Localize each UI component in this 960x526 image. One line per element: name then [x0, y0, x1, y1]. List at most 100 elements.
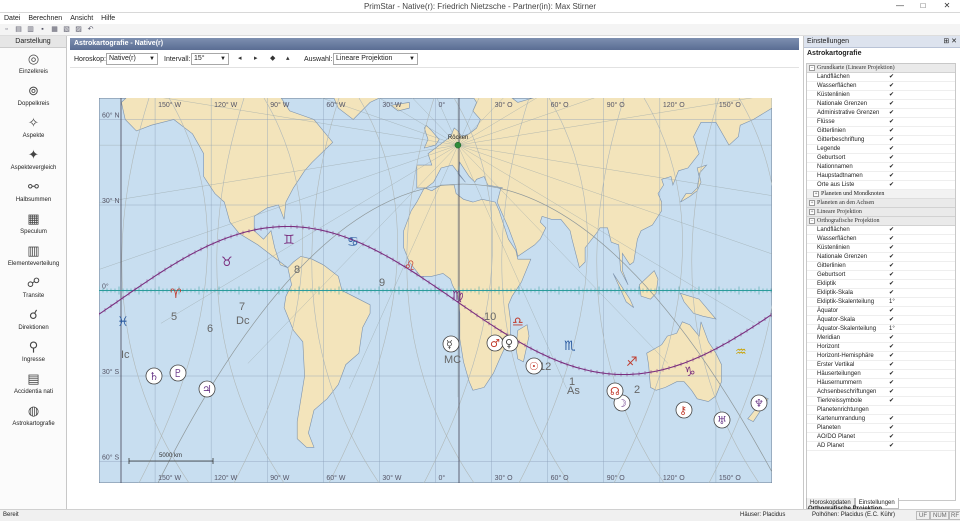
settings-row[interactable]: Erster Vertikal ✔: [807, 361, 955, 370]
settings-row-value[interactable]: ✔: [889, 397, 894, 406]
settings-row[interactable]: Horizont-Hemisphäre ✔: [807, 352, 955, 361]
settings-row-value[interactable]: ✔: [889, 415, 894, 424]
settings-row-value[interactable]: ✔: [889, 307, 894, 316]
settings-row-value[interactable]: ✔: [889, 352, 894, 361]
settings-row-value[interactable]: ✔: [889, 343, 894, 352]
settings-row[interactable]: Küstenlinien ✔: [807, 244, 955, 253]
settings-row[interactable]: Geburtsort ✔: [807, 271, 955, 280]
settings-row[interactable]: Ekliptik-Skala ✔: [807, 289, 955, 298]
settings-row-value[interactable]: ✔: [889, 109, 894, 118]
settings-section[interactable]: + Planeten an den Achsen: [807, 199, 955, 208]
settings-row[interactable]: Planetenrichtungen: [807, 406, 955, 415]
print-icon[interactable]: ▧: [62, 25, 71, 34]
settings-row[interactable]: Küstenlinien ✔: [807, 91, 955, 100]
expand-icon[interactable]: +: [813, 190, 819, 197]
settings-row-value[interactable]: ✔: [889, 172, 894, 181]
minimize-button[interactable]: —: [889, 0, 911, 12]
settings-row[interactable]: Kartenumrandung ✔: [807, 415, 955, 424]
settings-row[interactable]: Planeten ✔: [807, 424, 955, 433]
settings-row[interactable]: Ekliptik-Skalenteilung 1°: [807, 298, 955, 307]
settings-row-value[interactable]: ✔: [889, 424, 894, 433]
settings-row-value[interactable]: ✔: [889, 235, 894, 244]
settings-row-value[interactable]: ✔: [889, 262, 894, 271]
settings-row[interactable]: Gitterlinien ✔: [807, 127, 955, 136]
nav-up-button[interactable]: ▴: [286, 54, 290, 62]
settings-row-value[interactable]: ✔: [889, 433, 894, 442]
close-button[interactable]: ✕: [936, 0, 958, 12]
view-astrokartografie[interactable]: ◍ Astrokartografie: [0, 400, 67, 432]
settings-row[interactable]: AO/DO Planet ✔: [807, 433, 955, 442]
settings-row[interactable]: Nationnamen ✔: [807, 163, 955, 172]
settings-row-value[interactable]: ✔: [889, 118, 894, 127]
settings-row-value[interactable]: ✔: [889, 379, 894, 388]
view-direktionen[interactable]: ☌ Direktionen: [0, 304, 67, 336]
expand-icon[interactable]: +: [809, 208, 815, 215]
view-speculum[interactable]: ▦ Speculum: [0, 208, 67, 240]
expand-icon[interactable]: +: [809, 199, 815, 206]
view-ingresse[interactable]: ⚲ Ingresse: [0, 336, 67, 368]
settings-row-value[interactable]: ✔: [889, 91, 894, 100]
settings-row-value[interactable]: ✔: [889, 253, 894, 262]
settings-row[interactable]: Flüsse ✔: [807, 118, 955, 127]
settings-row-value[interactable]: ✔: [889, 136, 894, 145]
settings-row[interactable]: Gitterlinien ✔: [807, 262, 955, 271]
settings-row-value[interactable]: 1°: [889, 325, 895, 334]
settings-row-value[interactable]: ✔: [889, 442, 894, 451]
view-aspekte[interactable]: ✧ Aspekte: [0, 112, 67, 144]
settings-row[interactable]: Ekliptik ✔: [807, 280, 955, 289]
print-preview-icon[interactable]: ▨: [74, 25, 83, 34]
settings-row[interactable]: Gitterbeschriftung ✔: [807, 136, 955, 145]
settings-row[interactable]: Landflächen ✔: [807, 73, 955, 82]
settings-row-value[interactable]: ✔: [889, 226, 894, 235]
settings-row-value[interactable]: ✔: [889, 181, 894, 190]
world-map[interactable]: 150° W 120° W 90° W 60° W 30° W 0° 30° O 60° O 9…: [99, 98, 772, 483]
open-folder-icon[interactable]: ▥: [26, 25, 35, 34]
settings-row-value[interactable]: ✔: [889, 271, 894, 280]
nav-center-button[interactable]: ◆: [270, 54, 275, 62]
settings-row-value[interactable]: ✔: [889, 334, 894, 343]
settings-row-value[interactable]: ✔: [889, 370, 894, 379]
map-canvas[interactable]: 150° W 120° W 90° W 60° W 30° W 0° 30° O 60° O 9…: [99, 98, 772, 483]
settings-row[interactable]: Achsenbeschriftungen ✔: [807, 388, 955, 397]
save-icon[interactable]: ▪: [38, 25, 47, 34]
settings-tree[interactable]: − Grundkarte (Lineare Projektion) Landfläc…: [806, 63, 956, 501]
maximize-button[interactable]: □: [912, 0, 934, 12]
view-transite[interactable]: ☍ Transite: [0, 272, 67, 304]
view-elementeverteilung[interactable]: ▥ Elementeverteilung: [0, 240, 67, 272]
settings-row-value[interactable]: ✔: [889, 127, 894, 136]
settings-row[interactable]: Geburtsort ✔: [807, 154, 955, 163]
save-all-icon[interactable]: ▦: [50, 25, 59, 34]
settings-row-value[interactable]: ✔: [889, 316, 894, 325]
view-halbsummen[interactable]: ⚯ Halbsummen: [0, 176, 67, 208]
settings-row[interactable]: Orte aus Liste ✔: [807, 181, 955, 190]
settings-row[interactable]: Administrative Grenzen ✔: [807, 109, 955, 118]
settings-row-value[interactable]: ✔: [889, 361, 894, 370]
settings-row-value[interactable]: ✔: [889, 145, 894, 154]
menu-hilfe[interactable]: Hilfe: [97, 13, 119, 24]
nav-next-button[interactable]: ▸: [254, 54, 258, 62]
settings-row[interactable]: Häuserteilungen ✔: [807, 370, 955, 379]
settings-row-value[interactable]: ✔: [889, 244, 894, 253]
settings-row-value[interactable]: ✔: [889, 289, 894, 298]
menu-datei[interactable]: Datei: [0, 13, 24, 24]
settings-row[interactable]: Landflächen ✔: [807, 226, 955, 235]
birthplace-marker[interactable]: [454, 141, 462, 149]
settings-row[interactable]: Äquator ✔: [807, 307, 955, 316]
settings-row-value[interactable]: ✔: [889, 280, 894, 289]
settings-section[interactable]: − Orthografische Projektion: [807, 217, 955, 226]
settings-row[interactable]: Nationale Grenzen ✔: [807, 100, 955, 109]
settings-row[interactable]: Äquator-Skalenteilung 1°: [807, 325, 955, 334]
settings-row[interactable]: Wasserflächen ✔: [807, 235, 955, 244]
settings-row-value[interactable]: ✔: [889, 154, 894, 163]
settings-row-value[interactable]: ✔: [889, 100, 894, 109]
document-tab[interactable]: Astrokartografie - Native(r): [70, 38, 799, 50]
settings-section[interactable]: + Lineare Projektion: [807, 208, 955, 217]
settings-row[interactable]: Haupstadtnamen ✔: [807, 172, 955, 181]
undo-icon[interactable]: ↶: [86, 25, 95, 34]
settings-row-value[interactable]: 1°: [889, 298, 895, 307]
intervall-select[interactable]: 15° ▼: [191, 53, 229, 65]
view-aspektevergleich[interactable]: ✦ Aspektevergleich: [0, 144, 67, 176]
view-accidentia-nati[interactable]: ▤ Accidentia nati: [0, 368, 67, 400]
settings-row[interactable]: Meridian ✔: [807, 334, 955, 343]
collapse-icon[interactable]: −: [809, 217, 815, 224]
